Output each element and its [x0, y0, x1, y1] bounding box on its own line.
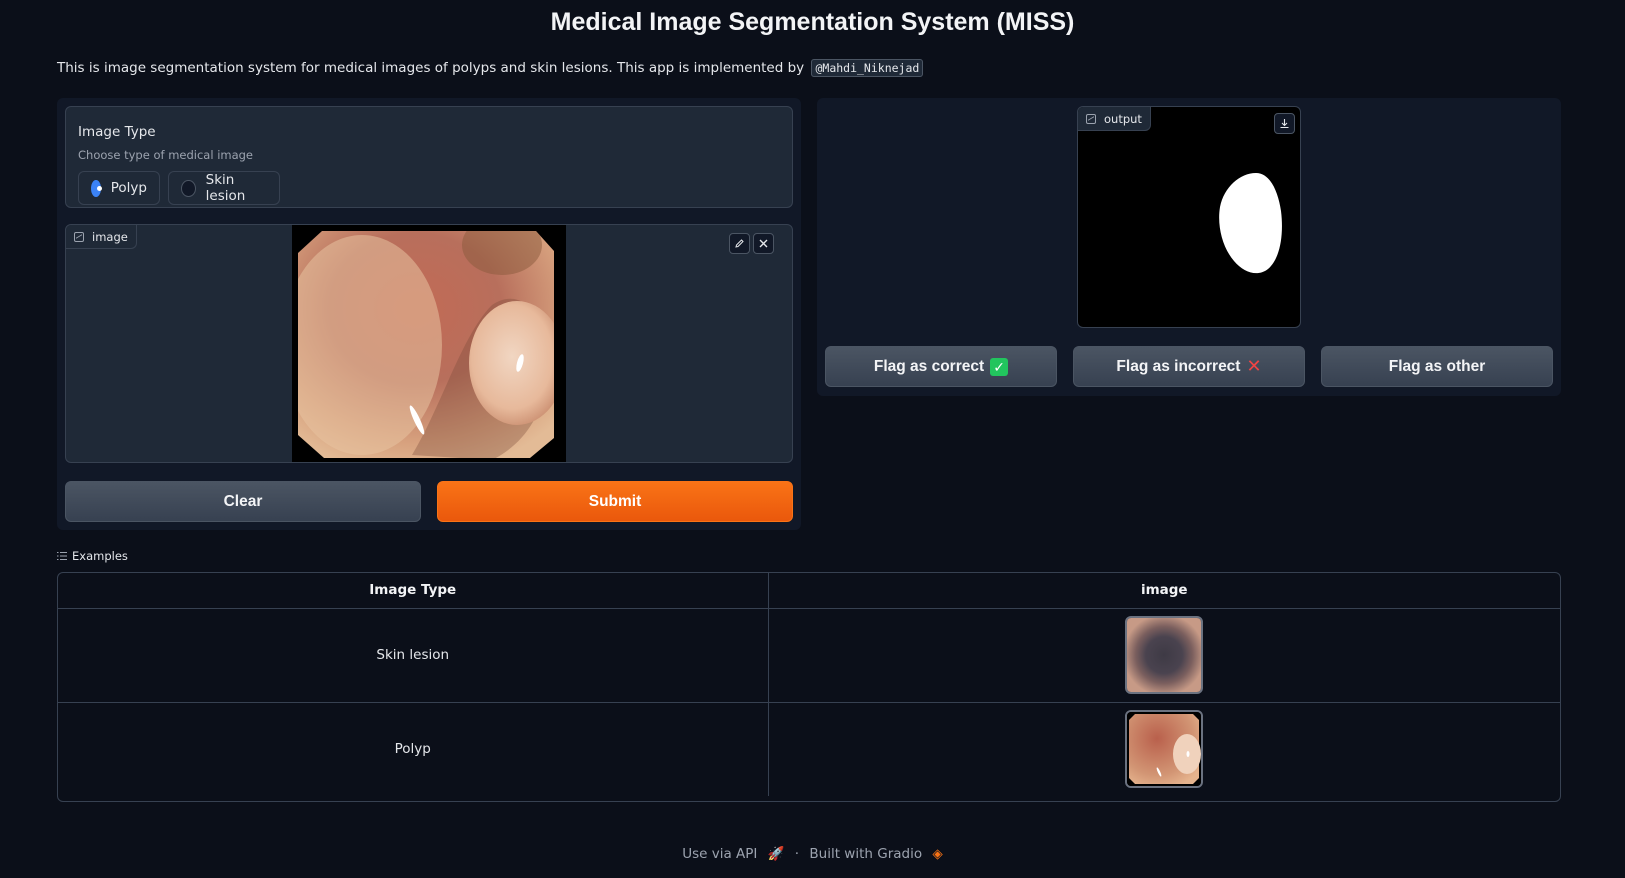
flag-incorrect-button[interactable]: Flag as incorrect ✕	[1073, 346, 1305, 387]
radio-label-polyp: Polyp	[110, 180, 147, 196]
list-icon	[57, 552, 67, 560]
image-icon	[74, 231, 84, 242]
built-with-gradio-link[interactable]: Built with Gradio	[809, 846, 922, 862]
examples-col-image-type: Image Type	[58, 573, 768, 609]
output-image-block: output	[1077, 106, 1301, 328]
rocket-icon: 🚀	[767, 846, 785, 862]
example-image-type[interactable]: Polyp	[58, 702, 768, 796]
image-input-block[interactable]: image	[65, 224, 793, 463]
example-image-type[interactable]: Skin lesion	[58, 608, 768, 703]
description-text: This is image segmentation system for me…	[57, 60, 805, 76]
check-mark-icon: ✓	[990, 357, 1009, 376]
pencil-icon	[735, 239, 744, 248]
flag-correct-label: Flag as correct	[873, 357, 985, 375]
gradio-logo-icon: ◈	[932, 846, 943, 862]
remove-image-button[interactable]	[753, 233, 774, 254]
use-via-api-link[interactable]: Use via API	[682, 846, 757, 862]
example-row-polyp[interactable]: Polyp	[58, 702, 1560, 796]
close-icon	[759, 239, 768, 248]
image-type-block: Image Type Choose type of medical image …	[65, 106, 793, 208]
image-type-info: Choose type of medical image	[78, 148, 254, 162]
radio-label-skin-lesion: Skin lesion	[205, 172, 246, 204]
input-panel: Image Type Choose type of medical image …	[57, 98, 801, 530]
examples-table: Image Type image Skin lesion Polyp	[57, 572, 1561, 802]
skin-lesion-thumbnail[interactable]	[1125, 616, 1204, 694]
image-label: image	[92, 229, 128, 244]
image-type-label: Image Type	[78, 124, 156, 140]
footer-separator: ·	[794, 846, 800, 862]
examples-label: Examples	[72, 549, 128, 563]
author-handle: @Mahdi_Niknejad	[811, 59, 924, 77]
example-image-cell[interactable]	[767, 702, 1560, 796]
radio-option-skin-lesion[interactable]: Skin lesion	[168, 171, 280, 205]
radio-option-polyp[interactable]: Polyp	[78, 171, 160, 205]
examples-header: Examples	[57, 549, 128, 563]
segmentation-mask	[1219, 173, 1282, 274]
polyp-thumb-image	[1127, 712, 1202, 787]
app-description: This is image segmentation system for me…	[57, 59, 924, 77]
radio-unselected-icon	[181, 179, 196, 197]
clear-button[interactable]: Clear	[65, 481, 421, 522]
polyp-thumbnail[interactable]	[1125, 710, 1204, 789]
uploaded-polyp-image	[292, 225, 566, 462]
skin-lesion-image	[1127, 618, 1202, 692]
radio-selected-icon	[91, 179, 102, 197]
flag-correct-button[interactable]: Flag as correct ✓	[825, 346, 1057, 387]
output-panel: output Flag as correct ✓ Flag as incorre…	[817, 98, 1561, 396]
flag-incorrect-label: Flag as incorrect	[1116, 357, 1241, 375]
polyp-image-svg	[298, 231, 554, 458]
example-image-cell[interactable]	[767, 608, 1560, 703]
page-title: Medical Image Segmentation System (MISS)	[550, 8, 1075, 36]
footer: Use via API 🚀 · Built with Gradio ◈	[0, 846, 1625, 862]
flag-other-button[interactable]: Flag as other	[1321, 346, 1553, 387]
cross-mark-icon: ✕	[1246, 356, 1262, 376]
example-row-skin-lesion[interactable]: Skin lesion	[58, 608, 1560, 703]
edit-image-button[interactable]	[729, 233, 750, 254]
examples-col-image: image	[767, 573, 1560, 609]
image-label-chip: image	[66, 225, 137, 249]
submit-button[interactable]: Submit	[437, 481, 793, 522]
